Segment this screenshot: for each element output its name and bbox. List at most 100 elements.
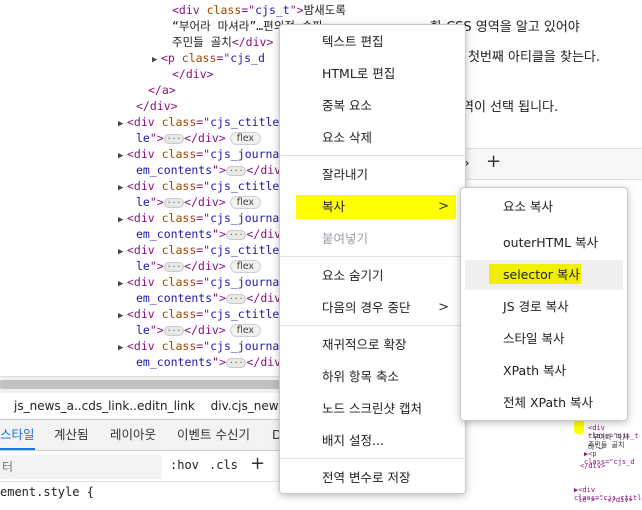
dom-token: class (161, 307, 197, 321)
ellipsis-badge[interactable]: ··· (163, 197, 185, 208)
expand-triangle-icon[interactable]: ▶ (118, 212, 127, 228)
context-menu-item[interactable]: 재귀적으로 확장 (280, 330, 465, 360)
hov-toggle[interactable]: :hov (170, 458, 199, 472)
context-menu-item[interactable]: 다음의 경우 중단 > (280, 293, 465, 323)
dom-tree-node[interactable]: ▶ <div class="cjs_ctitle (118, 306, 279, 322)
dom-tree-node[interactable]: ▶ <div class="cjs_journal (118, 146, 286, 162)
dom-token: 주민들 골치 (172, 35, 232, 49)
dom-token: </div> (231, 35, 274, 49)
copy-submenu-item[interactable]: selector 복사 (461, 260, 627, 290)
flex-badge[interactable]: flex (229, 132, 262, 145)
dom-tree-node[interactable]: le"> ··· </div> flex (136, 130, 262, 146)
expand-triangle-icon[interactable]: ▶ (118, 116, 127, 132)
expand-triangle-icon[interactable]: ▶ (118, 276, 127, 292)
dom-tree-node[interactable]: ▶ <div class="cjs_journal (118, 210, 286, 226)
dom-tree-node[interactable]: em_contents"> ··· </div> (136, 354, 288, 370)
dom-tree-node[interactable]: em_contents"> ··· </div> (136, 226, 288, 242)
ellipsis-badge[interactable]: ··· (226, 293, 247, 304)
dom-token: <div (127, 179, 162, 193)
breadcrumb-item[interactable]: js_news_a..cds_link..editn_link (14, 399, 195, 413)
dom-token: </div> (136, 99, 178, 113)
add-tab-icon[interactable]: + (486, 151, 501, 172)
context-menu-item[interactable]: 노드 스크린샷 캡처 (280, 394, 465, 424)
copy-submenu-item[interactable]: XPath 복사 (461, 356, 627, 386)
dom-tree-node[interactable]: ▶ <p class="cjs_d (152, 50, 265, 66)
context-menu-item[interactable]: 잘라내기 (280, 160, 465, 190)
expand-triangle-icon[interactable]: ▶ (118, 244, 127, 260)
dom-token: <div (127, 115, 162, 129)
ellipsis-badge[interactable]: ··· (163, 261, 185, 272)
tab-event-listeners[interactable]: 이벤트 수신기 (177, 420, 250, 450)
ellipsis-badge[interactable]: ··· (163, 325, 185, 336)
styles-filter-input[interactable] (0, 455, 162, 479)
copy-submenu-item[interactable]: 요소 복사 (461, 192, 627, 222)
dom-token: </div> (172, 67, 214, 81)
dom-tree-node[interactable]: ▶ <div class="cjs_ctitle (118, 242, 279, 258)
copy-submenu-item[interactable]: 스타일 복사 (461, 324, 627, 354)
expand-triangle-icon[interactable]: ▶ (118, 308, 127, 324)
context-menu-item[interactable]: 텍스트 편집 (280, 27, 465, 57)
dom-tree-node[interactable]: 주민들 골치</div> (172, 34, 273, 50)
ellipsis-badge[interactable]: ··· (226, 165, 247, 176)
menu-item-label: 요소 복사 (503, 199, 553, 214)
menu-item-label: 붙여넣기 (322, 231, 369, 246)
context-menu-item[interactable]: 하위 항목 축소 (280, 362, 465, 392)
scrollbar-thumb[interactable] (0, 380, 300, 389)
dom-token: class (161, 115, 197, 129)
flex-badge[interactable]: flex (229, 324, 262, 337)
tab-styles[interactable]: 스타일 (0, 420, 35, 450)
element-style-rule[interactable]: ement.style { (0, 485, 94, 499)
dom-token: class (206, 3, 242, 17)
cls-toggle[interactable]: .cls (209, 458, 238, 472)
menu-item-label: outerHTML 복사 (503, 235, 599, 250)
dom-tree-node[interactable]: </div> (172, 66, 214, 82)
dom-tree-node[interactable]: em_contents"> ··· </div> (136, 290, 288, 306)
dom-tree-node[interactable]: ▶ <div class="cjs_ctitle (118, 178, 279, 194)
dom-tree-node[interactable]: <div class="cjs_t">밤새도록 (172, 2, 346, 18)
dom-token: =" (196, 115, 211, 129)
tab-computed[interactable]: 계산됨 (54, 420, 89, 450)
expand-triangle-icon[interactable]: ▶ (152, 52, 161, 68)
context-menu-item[interactable]: 복사 > (280, 192, 465, 222)
context-menu-item[interactable]: HTML로 편집 (280, 59, 465, 89)
menu-item-label: 스타일 복사 (503, 331, 565, 346)
dom-tree-node[interactable]: </div> (136, 98, 178, 114)
ellipsis-badge[interactable]: ··· (226, 229, 247, 240)
menu-separator (280, 458, 465, 459)
tab-layout[interactable]: 레이아웃 (110, 420, 156, 450)
dom-tree-node[interactable]: ▶ <div class="cjs_ctitle (118, 114, 279, 130)
dom-tree-node[interactable]: em_contents"> ··· </div> (136, 162, 288, 178)
context-menu-item[interactable]: 전역 변수로 저장 (280, 463, 465, 493)
dom-token: le (136, 131, 150, 145)
copy-submenu-item[interactable]: 전체 XPath 복사 (461, 388, 627, 418)
copy-submenu-item[interactable]: outerHTML 복사 (461, 228, 627, 258)
menu-item-label: 복사 (322, 199, 346, 214)
dom-tree-node[interactable]: le"> ··· </div> flex (136, 258, 262, 274)
copy-submenu-item[interactable]: JS 경로 복사 (461, 292, 627, 322)
dom-token: em_contents (136, 355, 213, 369)
dom-tree-node[interactable]: </a> (148, 82, 176, 98)
flex-badge[interactable]: flex (229, 260, 262, 273)
dom-token: <div (172, 3, 207, 17)
dom-tree-node[interactable]: ▶ <div class="cjs_journal (118, 338, 286, 354)
dom-token: le (136, 323, 150, 337)
expand-triangle-icon[interactable]: ▶ (118, 340, 127, 356)
context-menu-item[interactable]: 배지 설정... (280, 426, 465, 456)
menu-item-label: selector 복사 (503, 267, 580, 282)
expand-triangle-icon[interactable]: ▶ (118, 180, 127, 196)
context-menu-item[interactable]: 중복 요소 (280, 91, 465, 121)
ellipsis-badge[interactable]: ··· (226, 357, 247, 368)
dom-token: cjs_journal (210, 339, 287, 353)
context-menu-item[interactable]: 요소 숨기기 (280, 261, 465, 291)
chevron-right-icon: > (438, 300, 449, 315)
dom-tree-node[interactable]: ▶ <div class="cjs_journal (118, 274, 286, 290)
context-menu-item[interactable]: 요소 삭제 (280, 123, 465, 153)
expand-triangle-icon[interactable]: ▶ (118, 148, 127, 164)
dom-tree-node[interactable]: le"> ··· </div> flex (136, 194, 262, 210)
dom-tree-node[interactable]: le"> ··· </div> flex (136, 322, 262, 338)
flex-badge[interactable]: flex (229, 196, 262, 209)
dom-token: =" (196, 211, 211, 225)
ellipsis-badge[interactable]: ··· (163, 133, 185, 144)
menu-item-label: HTML로 편집 (322, 66, 396, 81)
new-style-rule-icon[interactable]: + (250, 453, 265, 474)
